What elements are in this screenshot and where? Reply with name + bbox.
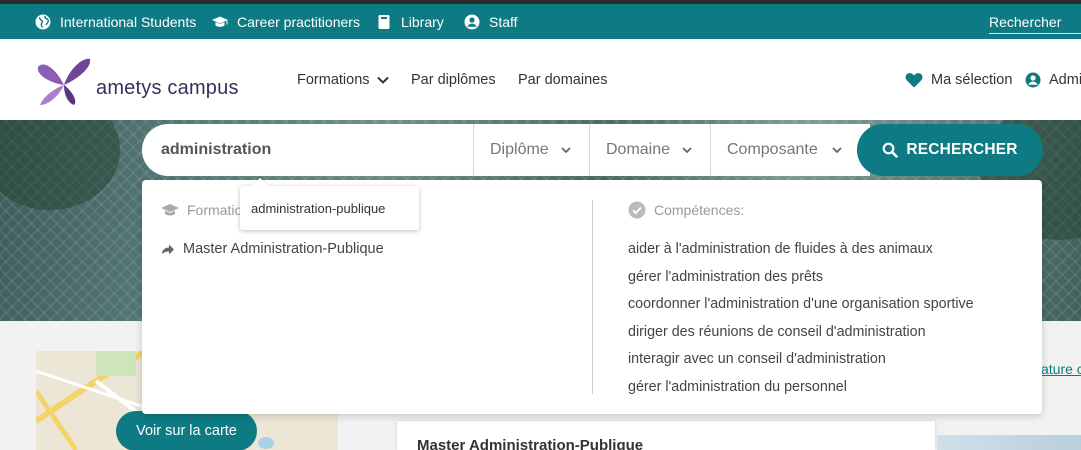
nav-label: Par domaines [518,71,608,88]
composante-select[interactable]: Composante [710,124,870,176]
nav-par-domaines[interactable]: Par domaines [518,39,607,120]
share-arrow-icon [162,244,174,255]
utility-bar: International Students Career practition… [0,4,1081,39]
site-header: ametys campus Formations Par diplômes Pa… [0,39,1081,120]
check-circle-icon [628,201,646,219]
graduation-cap-icon [161,204,179,216]
nav-formations[interactable]: Formations [297,39,390,120]
result-card-title: Master Administration-Publique [417,437,644,450]
competence-item[interactable]: gérer l'administration du personnel [628,377,974,405]
result-card-image [937,435,1081,450]
link-staff[interactable]: Staff [464,4,518,39]
user-icon [1025,72,1041,87]
nav-label: Par diplômes [411,71,496,88]
link-label: Staff [489,13,518,30]
graduation-cap-icon [212,16,228,27]
nav-par-diplomes[interactable]: Par diplômes [411,39,496,120]
view-on-map-button[interactable]: Voir sur la carte [116,411,257,450]
search-query: administration [161,141,272,158]
side-link[interactable]: ature c [1041,361,1081,377]
search-input[interactable]: administration [142,124,473,176]
diplome-label: Diplôme [490,141,549,158]
search-button-label: RECHERCHER [906,141,1018,158]
competence-item[interactable]: interagir avec un conseil d'administrati… [628,349,974,377]
logo-text: ametys campus [96,77,239,99]
competence-item[interactable]: aider à l'administration de fluides à de… [628,239,974,267]
formation-suggestion-item[interactable]: Master Administration-Publique [161,241,384,257]
search-bar: administration Diplôme Domaine Composant… [142,124,1043,176]
chevron-down-icon [682,147,692,154]
butterfly-logo-icon [37,58,91,105]
tooltip-label: administration-publique [251,200,386,216]
competences-list: aider à l'administration de fluides à de… [628,239,974,405]
nav-label: Formations [297,71,370,88]
link-label: International Students [60,13,197,30]
competence-item[interactable]: diriger des réunions de conseil d'admini… [628,322,974,350]
competence-item[interactable]: coordonner l'administration d'une organi… [628,294,974,322]
chevron-down-icon [561,147,571,154]
chevron-down-icon [376,76,389,84]
view-on-map-label: Voir sur la carte [136,423,237,439]
domaine-label: Domaine [606,141,671,158]
top-search-label: Rechercher [989,13,1062,30]
formation-suggestion-label: Master Administration-Publique [183,241,384,257]
my-selection-label: Ma sélection [931,71,1013,88]
link-label: Library [401,13,444,30]
result-card[interactable]: Master Administration-Publique [397,421,935,450]
link-career-practitioners[interactable]: Career practitioners [212,4,360,39]
composante-label: Composante [727,141,818,158]
account-label: Admi [1049,71,1081,88]
competences-heading-label: Compétences: [654,202,745,218]
top-search-input[interactable]: Rechercher [989,10,1081,34]
ametys-campus-logo[interactable]: ametys campus [34,55,238,109]
account-link[interactable]: Admi [1025,39,1081,120]
autocomplete-tooltip[interactable]: administration-publique [240,186,419,230]
domaine-select[interactable]: Domaine [589,124,710,176]
competence-item[interactable]: gérer l'administration des prêts [628,267,974,295]
globe-icon [35,14,51,29]
link-library[interactable]: Library [376,4,444,39]
user-icon [464,14,480,29]
diplome-select[interactable]: Diplôme [473,124,589,176]
chevron-down-icon [832,147,842,154]
link-label: Career practitioners [237,13,360,30]
book-icon [378,14,390,29]
column-divider [592,200,593,394]
search-icon [882,142,899,158]
link-international-students[interactable]: International Students [35,4,196,39]
heart-icon [905,72,923,87]
my-selection-link[interactable]: Ma sélection [905,39,1012,120]
competences-heading: Compétences: [628,201,744,219]
search-button[interactable]: RECHERCHER [857,124,1043,176]
